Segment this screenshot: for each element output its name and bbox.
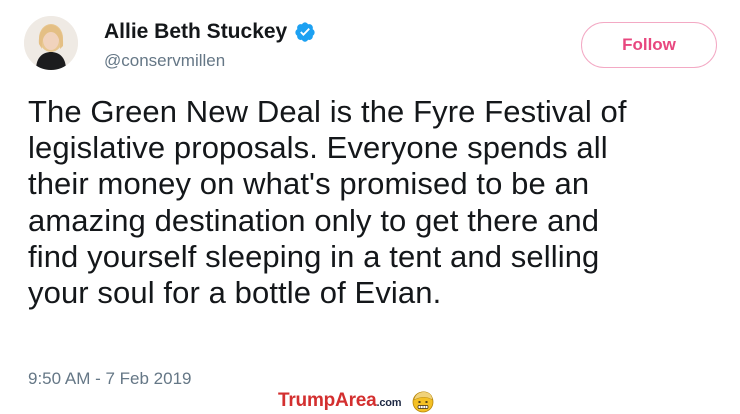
avatar[interactable] (24, 16, 78, 70)
trump-face-emoji-icon (411, 389, 435, 413)
author-name-row: Allie Beth Stuckey (104, 17, 316, 47)
watermark-tld: .com (376, 397, 402, 409)
follow-button[interactable]: Follow (581, 22, 717, 68)
avatar-image (24, 16, 78, 70)
tweet-text: The Green New Deal is the Fyre Festival … (28, 94, 627, 311)
watermark: TrumpArea.com (278, 388, 435, 414)
tweet-card: Allie Beth Stuckey @conservmillen Follow… (0, 0, 740, 414)
watermark-brand: TrumpArea.com (278, 390, 402, 412)
author-handle[interactable]: @conservmillen (104, 50, 225, 72)
author-name[interactable]: Allie Beth Stuckey (104, 17, 287, 47)
watermark-brand-name: TrumpArea (278, 390, 377, 411)
tweet-timestamp[interactable]: 9:50 AM - 7 Feb 2019 (28, 368, 192, 390)
verified-badge-icon (294, 21, 316, 43)
